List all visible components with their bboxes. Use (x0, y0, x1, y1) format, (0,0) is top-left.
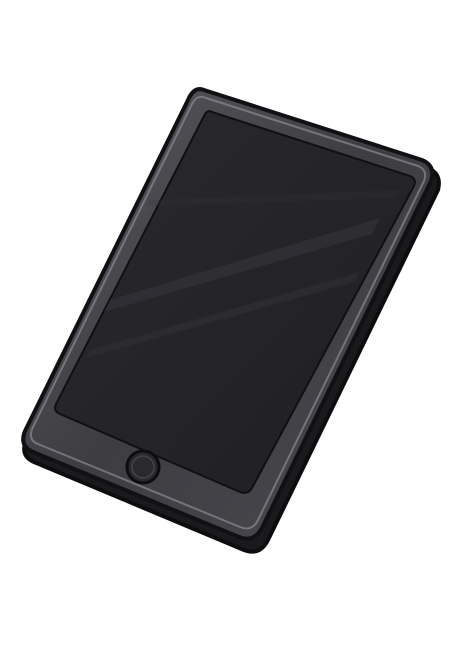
illustration-stage (0, 0, 453, 647)
tablet-illustration (21, 87, 441, 554)
